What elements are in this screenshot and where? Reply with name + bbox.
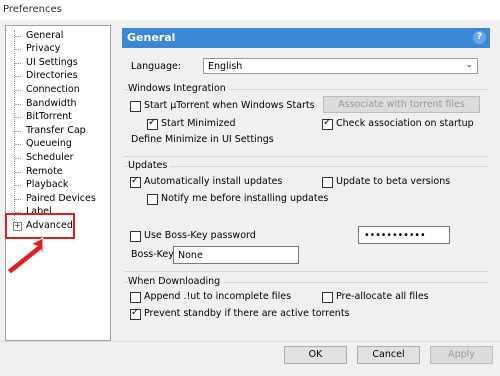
panel-header xyxy=(122,28,490,48)
boss-key-password-label[interactable]: Use Boss-Key password xyxy=(144,230,256,241)
language-label: Language: xyxy=(131,61,182,72)
tree-item-privacy[interactable]: Privacy xyxy=(26,42,60,55)
start-with-windows-label[interactable]: Start µTorrent when Windows Starts xyxy=(144,100,315,111)
tree-item-directories[interactable]: Directories xyxy=(26,69,78,82)
tree-connector xyxy=(15,104,21,105)
tree-connector xyxy=(15,144,21,145)
tree-connector xyxy=(15,90,21,91)
window-title: Preferences xyxy=(3,4,62,15)
append-ut-label[interactable]: Append .!ut to incomplete files xyxy=(144,291,291,302)
cancel-button[interactable]: Cancel xyxy=(357,346,420,364)
notify-before-install-checkbox[interactable] xyxy=(147,194,158,205)
tree-item-ui-settings[interactable]: UI Settings xyxy=(26,56,78,69)
prevent-standby-checkbox[interactable] xyxy=(130,307,141,320)
tree-connector xyxy=(14,30,15,230)
tree-connector xyxy=(15,158,21,159)
preferences-tree[interactable]: General Privacy UI Settings Directories … xyxy=(5,25,111,341)
boss-key-input[interactable]: None xyxy=(173,246,299,264)
chevron-down-icon: ⌄ xyxy=(465,60,473,70)
notify-before-install-label[interactable]: Notify me before installing updates xyxy=(161,193,328,204)
define-minimize-text: Define Minimize in UI Settings xyxy=(131,134,274,145)
tree-connector xyxy=(15,49,21,50)
tree-connector xyxy=(15,117,21,118)
language-select[interactable]: English ⌄ xyxy=(203,58,478,74)
language-value: English xyxy=(208,61,243,72)
help-icon[interactable]: ? xyxy=(473,31,486,44)
tree-item-bandwidth[interactable]: Bandwidth xyxy=(26,97,77,110)
preallocate-checkbox[interactable] xyxy=(322,292,333,303)
red-arrow-icon xyxy=(6,237,44,275)
start-minimized-checkbox[interactable] xyxy=(147,117,158,130)
tree-item-scheduler[interactable]: Scheduler xyxy=(26,151,74,164)
ok-button[interactable]: OK xyxy=(284,346,347,364)
panel-title: General xyxy=(127,31,176,44)
tree-item-bittorrent[interactable]: BitTorrent xyxy=(26,110,72,123)
tree-connector xyxy=(15,172,21,173)
auto-install-label[interactable]: Automatically install updates xyxy=(144,176,282,187)
when-downloading-group xyxy=(124,282,488,327)
when-downloading-title: When Downloading xyxy=(128,276,224,287)
start-with-windows-checkbox[interactable] xyxy=(130,101,141,112)
tree-item-general[interactable]: General xyxy=(26,29,63,42)
tree-item-playback[interactable]: Playback xyxy=(26,178,68,191)
preallocate-label[interactable]: Pre-allocate all files xyxy=(336,291,429,302)
tree-connector xyxy=(15,131,21,132)
tree-item-queueing[interactable]: Queueing xyxy=(26,137,72,150)
tree-connector xyxy=(15,36,21,37)
append-ut-checkbox[interactable] xyxy=(130,292,141,303)
apply-button[interactable]: Apply xyxy=(430,346,493,364)
password-field[interactable]: ••••••••••• xyxy=(358,226,450,244)
beta-versions-label[interactable]: Update to beta versions xyxy=(336,176,450,187)
prevent-standby-label[interactable]: Prevent standby if there are active torr… xyxy=(144,308,350,319)
boss-key-label: Boss-Key: xyxy=(131,249,177,260)
auto-install-checkbox[interactable] xyxy=(130,175,141,188)
tree-connector xyxy=(15,185,21,186)
tree-item-connection[interactable]: Connection xyxy=(26,83,80,96)
check-association-label[interactable]: Check association on startup xyxy=(336,118,474,129)
tree-item-transfer-cap[interactable]: Transfer Cap xyxy=(26,124,86,137)
check-association-checkbox[interactable] xyxy=(322,117,333,130)
tree-item-remote[interactable]: Remote xyxy=(26,165,63,178)
associate-torrent-button[interactable]: Associate with torrent files xyxy=(323,96,480,113)
windows-integration-title: Windows Integration xyxy=(128,83,229,94)
beta-versions-checkbox[interactable] xyxy=(322,177,333,188)
tree-item-paired-devices[interactable]: Paired Devices xyxy=(26,192,96,205)
tree-connector xyxy=(15,76,21,77)
updates-title: Updates xyxy=(128,160,171,171)
window-titlebar: Preferences xyxy=(0,0,500,20)
dialog-button-bar xyxy=(0,341,500,376)
tree-connector xyxy=(15,63,21,64)
start-minimized-label[interactable]: Start Minimized xyxy=(161,118,235,129)
boss-key-password-checkbox[interactable] xyxy=(130,231,141,242)
tree-connector xyxy=(15,199,21,200)
